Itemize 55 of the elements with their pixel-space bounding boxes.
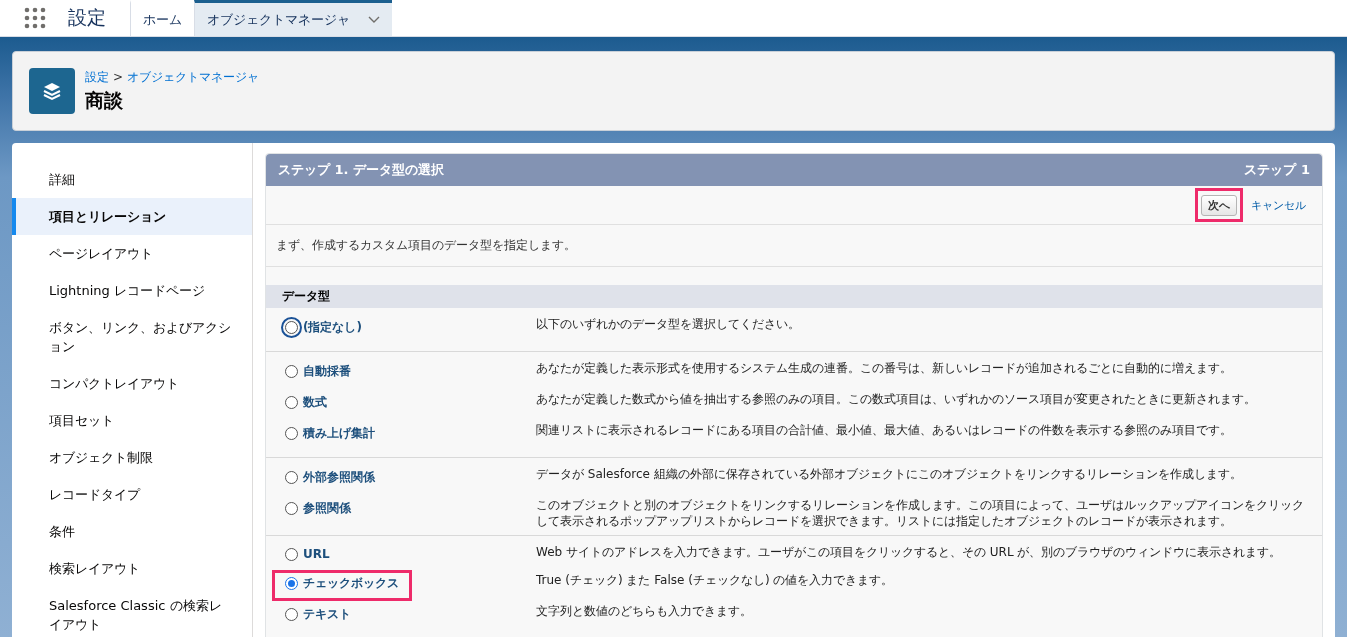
chevron-down-icon[interactable] bbox=[368, 15, 380, 24]
sidebar-item[interactable]: Lightning レコードページ bbox=[12, 272, 252, 309]
radio-button[interactable] bbox=[285, 365, 298, 378]
option-label[interactable]: (指定なし) bbox=[303, 319, 362, 336]
cancel-link[interactable]: キャンセル bbox=[1251, 197, 1306, 213]
radio-button[interactable] bbox=[285, 502, 298, 515]
option-label[interactable]: 外部参照関係 bbox=[303, 469, 375, 486]
option-description: Web サイトのアドレスを入力できます。ユーザがこの項目をクリックすると、その URL が、別のブラウザのウィンドウに表示されます。 bbox=[536, 544, 1283, 560]
radio-button[interactable] bbox=[285, 577, 298, 590]
option-description: 関連リストに表示されるレコードにある項目の合計値、最小値、最大値、あるいはレコードの件数を表示する参照のみ項目です。 bbox=[536, 422, 1233, 438]
option-label[interactable]: 積み上げ集計 bbox=[303, 425, 375, 442]
option-label[interactable]: テキスト bbox=[303, 606, 351, 623]
option-description: 文字列と数値のどちらも入力できます。 bbox=[536, 603, 753, 619]
option-description: 以下のいずれかのデータ型を選択してください。 bbox=[536, 316, 801, 332]
option-description: このオブジェクトと別のオブジェクトをリンクするリレーションを作成します。この項目によって、ユーザはルックアップアイコンをクリックして表示されるポップアップリストからレコードを選択できます。リストには指定したオブジェクトのレコードが表示されます。 bbox=[536, 497, 1305, 529]
radio-button[interactable] bbox=[285, 547, 298, 561]
page-title: 商談 bbox=[85, 87, 124, 113]
step-number: ステップ 1 bbox=[1244, 161, 1310, 179]
option-label[interactable]: URL bbox=[303, 547, 330, 561]
nav-tab[interactable]: オブジェクトマネージャ bbox=[194, 0, 392, 36]
sidebar-item[interactable]: ページレイアウト bbox=[12, 235, 252, 272]
sidebar-item[interactable]: 詳細 bbox=[12, 161, 252, 198]
sidebar-item[interactable]: 条件 bbox=[12, 513, 252, 550]
sidebar-item[interactable]: レコードタイプ bbox=[12, 476, 252, 513]
layers-icon bbox=[29, 68, 75, 114]
radio-button[interactable] bbox=[285, 396, 298, 409]
option-description: データが Salesforce 組織の外部に保存されている外部オブジェクトにこのオブジェクトをリンクするリレーションを作成します。 bbox=[536, 466, 1243, 482]
option-label[interactable]: 数式 bbox=[303, 394, 327, 411]
radio-button[interactable] bbox=[285, 608, 298, 621]
breadcrumb-link[interactable]: 設定 bbox=[85, 68, 109, 86]
option-description: True (チェック) また False (チェックなし) の値を入力できます。 bbox=[536, 572, 895, 588]
app-launcher-icon[interactable] bbox=[24, 7, 46, 29]
radio-button[interactable] bbox=[285, 471, 298, 484]
radio-button[interactable] bbox=[285, 427, 298, 440]
tab-label: ホーム bbox=[143, 10, 182, 29]
sidebar-item[interactable]: Salesforce Classic の検索レイアウト bbox=[12, 587, 252, 637]
next-button[interactable]: 次へ bbox=[1201, 195, 1237, 216]
option-description: あなたが定義した数式から値を抽出する参照のみの項目。この数式項目は、いずれかのソース項目が変更されたときに更新されます。 bbox=[536, 391, 1257, 407]
breadcrumb-link[interactable]: オブジェクトマネージャ bbox=[127, 68, 260, 86]
sidebar-item[interactable]: 項目とリレーション bbox=[12, 198, 252, 235]
intro-text: まず、作成するカスタム項目のデータ型を指定します。 bbox=[266, 225, 1322, 267]
option-label[interactable]: 参照関係 bbox=[303, 500, 351, 517]
option-description: あなたが定義した表示形式を使用するシステム生成の連番。この番号は、新しいレコードが追加されるごとに自動的に増えます。 bbox=[536, 360, 1233, 376]
breadcrumb-separator: > bbox=[113, 70, 124, 84]
tab-label: オブジェクトマネージャ bbox=[207, 10, 350, 29]
step-title: ステップ 1. データ型の選択 bbox=[278, 161, 445, 179]
sidebar-item[interactable]: コンパクトレイアウト bbox=[12, 365, 252, 402]
sidebar-item[interactable]: 検索レイアウト bbox=[12, 550, 252, 587]
sidebar-item[interactable]: 項目セット bbox=[12, 402, 252, 439]
section-title: データ型 bbox=[266, 285, 1322, 308]
sidebar-item[interactable]: オブジェクト制限 bbox=[12, 439, 252, 476]
option-label[interactable]: チェックボックス bbox=[303, 575, 399, 592]
option-label[interactable]: 自動採番 bbox=[303, 363, 351, 380]
sidebar-item[interactable]: ボタン、リンク、およびアクション bbox=[12, 309, 252, 365]
app-name: 設定 bbox=[67, 5, 107, 30]
